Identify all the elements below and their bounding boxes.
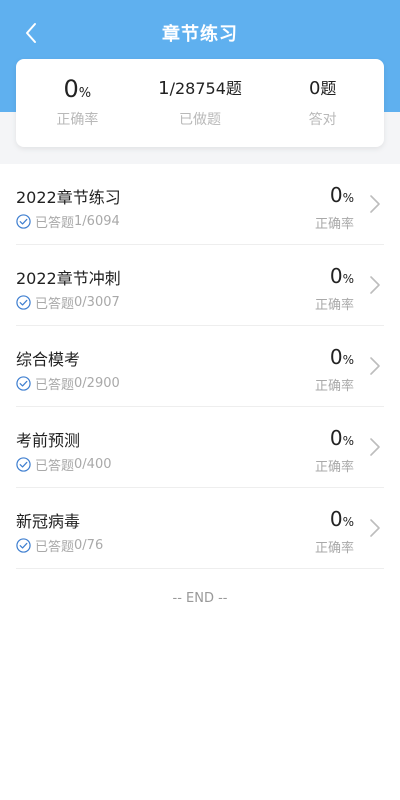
item-rate-value: 0 [329,264,343,288]
nav-bar: 章节练习 [0,0,400,66]
stat-accuracy-unit: % [78,86,92,101]
item-rate-unit: % [342,353,354,367]
item-rate: 0% 正确率 [315,183,354,232]
chevron-right-icon [370,357,380,375]
item-title: 综合模考 [16,350,81,369]
item-rate-value: 0 [329,507,343,531]
chevron-right-icon [370,276,380,294]
item-progress: 已答题 0/2900 [16,374,120,393]
stat-done-count: 1 [158,78,170,99]
item-title: 考前预测 [16,431,81,450]
item-answered-count: 1/6094 [74,214,120,229]
item-answered-prefix: 已答题 [35,297,75,312]
item-rate: 0% 正确率 [315,507,354,556]
item-rate-label: 正确率 [314,460,354,475]
check-circle-icon [16,376,31,391]
stat-correct-value: 0 [308,78,321,99]
item-answered-count: 0/3007 [74,295,120,310]
item-progress: 已答题 0/400 [16,455,111,474]
item-rate-label: 正确率 [314,379,354,394]
stat-correct-label: 答对 [308,112,337,128]
item-answered-prefix: 已答题 [35,540,75,555]
stat-done: 1/28754题 已做题 [139,77,262,129]
item-answered-count: 0/76 [74,538,104,553]
item-rate-unit: % [342,272,354,286]
item-rate-label: 正确率 [314,217,354,232]
check-circle-icon [16,214,31,229]
list-item[interactable]: 新冠病毒 已答题 0/76 0% 正确率 [16,488,384,569]
item-rate-label: 正确率 [314,298,354,313]
item-progress: 已答题 0/76 [16,536,103,555]
stat-done-total: /28754 [169,79,226,98]
stat-accuracy-label: 正确率 [56,112,99,128]
list-item[interactable]: 2022章节练习 已答题 1/6094 0% 正确率 [16,164,384,245]
item-progress: 已答题 1/6094 [16,212,120,231]
item-rate-unit: % [342,434,354,448]
stat-done-label: 已做题 [179,112,221,128]
stat-accuracy: 0% 正确率 [16,77,139,129]
item-rate-value: 0 [329,183,343,207]
item-title: 2022章节练习 [16,188,121,207]
chevron-right-icon [370,438,380,456]
item-rate-label: 正确率 [314,541,354,556]
page-title: 章节练习 [162,24,238,45]
item-rate: 0% 正确率 [315,264,354,313]
check-circle-icon [16,295,31,310]
item-answered-count: 0/400 [74,457,112,472]
item-answered-prefix: 已答题 [35,216,75,231]
stat-done-unit: 题 [225,79,242,98]
practice-list: 2022章节练习 已答题 1/6094 0% 正确率 2022章节冲刺 已答题 0/… [16,164,384,569]
item-answered-prefix: 已答题 [35,378,75,393]
item-rate-unit: % [342,191,354,205]
item-rate-value: 0 [329,426,343,450]
check-circle-icon [16,538,31,553]
item-rate-unit: % [342,515,354,529]
stat-accuracy-value: 0 [63,75,79,103]
item-rate-value: 0 [329,345,343,369]
item-progress: 已答题 0/3007 [16,293,120,312]
item-rate: 0% 正确率 [315,426,354,475]
stat-correct-unit: 题 [320,79,337,98]
item-title: 新冠病毒 [16,512,81,531]
item-title: 2022章节冲刺 [16,269,121,288]
stats-card: 0% 正确率 1/28754题 已做题 0题 答对 [16,59,384,147]
item-rate: 0% 正确率 [315,345,354,394]
chevron-right-icon [370,195,380,213]
stat-correct: 0题 答对 [261,77,384,129]
chevron-right-icon [370,519,380,537]
list-item[interactable]: 综合模考 已答题 0/2900 0% 正确率 [16,326,384,407]
check-circle-icon [16,457,31,472]
list-item[interactable]: 2022章节冲刺 已答题 0/3007 0% 正确率 [16,245,384,326]
list-end-marker: -- END -- [172,591,228,606]
list-item[interactable]: 考前预测 已答题 0/400 0% 正确率 [16,407,384,488]
item-answered-prefix: 已答题 [35,459,75,474]
item-answered-count: 0/2900 [74,376,120,391]
